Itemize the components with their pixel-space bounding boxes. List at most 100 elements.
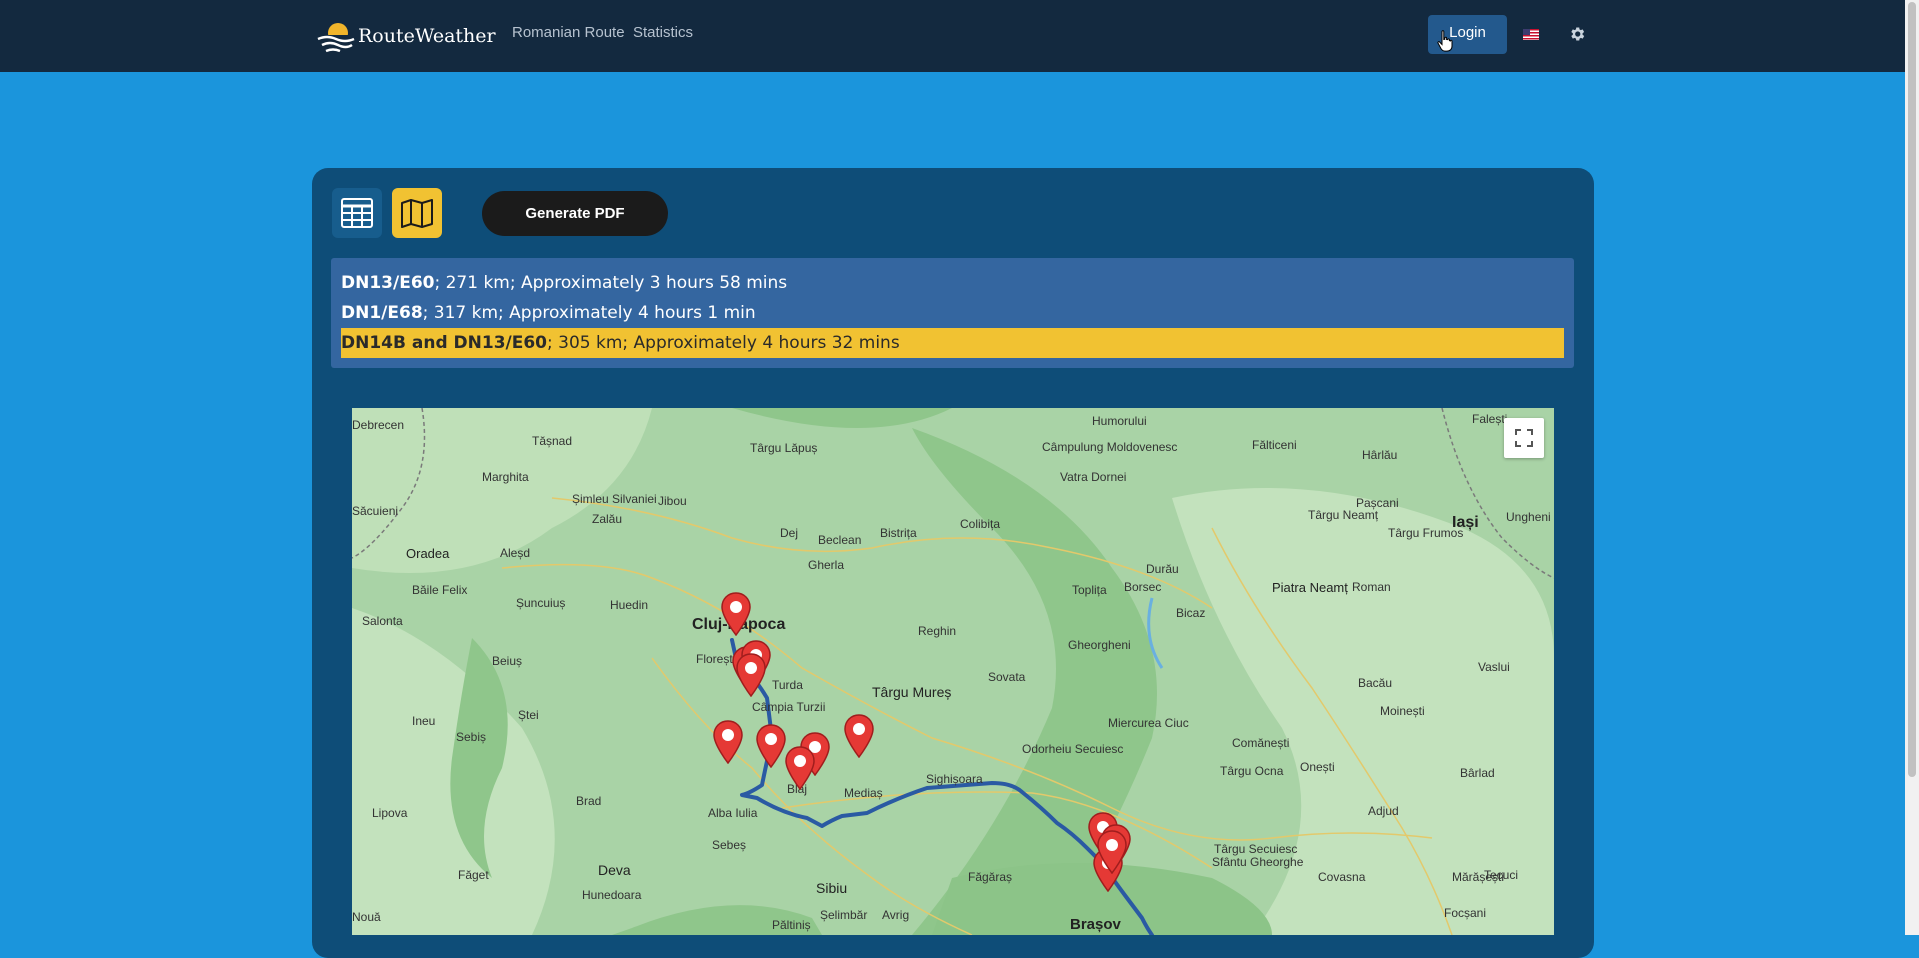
map-city-label: Fălticeni <box>1252 438 1297 452</box>
map-city-label: Beiuș <box>492 654 523 668</box>
map-city-label: Covasna <box>1318 870 1366 884</box>
map-city-label: Oradea <box>406 546 450 561</box>
map-city-label: Păltiniș <box>772 918 811 932</box>
map-city-label: Tecuci <box>1484 868 1519 882</box>
route-details: ; 317 km; Approximately 4 hours 1 min <box>422 303 756 323</box>
map-city-label: Târgu Secuiesc <box>1214 842 1298 856</box>
table-icon <box>341 198 373 228</box>
page-scrollbar[interactable] <box>1905 0 1919 935</box>
map-city-label: Ștei <box>518 708 539 722</box>
map-city-label: Avrig <box>882 908 910 922</box>
map-city-label: Adjud <box>1368 804 1399 818</box>
weather-marker-icon[interactable] <box>721 592 751 636</box>
weather-marker-icon[interactable] <box>736 653 766 697</box>
generate-pdf-button[interactable]: Generate PDF <box>482 191 668 236</box>
map-city-label: Falești <box>1472 412 1508 426</box>
weather-marker-icon[interactable] <box>1097 830 1127 874</box>
map-city-label: Dej <box>780 526 799 540</box>
nav-link-romanian-route[interactable]: Romanian Route <box>512 24 625 41</box>
map-city-label: Moinești <box>1380 704 1425 718</box>
route-name: DN1/E68 <box>341 303 423 323</box>
map-city-label-major: Iași <box>1452 514 1479 531</box>
map-city-label: Lipova <box>372 806 408 820</box>
route-option[interactable]: DN13/E60; 271 km; Approximately 3 hours … <box>341 268 1564 298</box>
map-city-label: Nouă <box>352 910 381 924</box>
map-city-label: Odorheiu Secuiesc <box>1022 742 1124 756</box>
map-city-label: Debrecen <box>352 418 405 432</box>
map-city-label: Toplița <box>1072 583 1107 597</box>
route-option[interactable]: DN1/E68; 317 km; Approximately 4 hours 1… <box>341 298 1564 328</box>
map-city-label-major: Târgu Mureș <box>872 684 952 700</box>
weather-marker-icon[interactable] <box>844 714 874 758</box>
map-city-label: Făgăraș <box>968 870 1013 884</box>
map-city-label: Șelimbăr <box>820 908 868 922</box>
scrollbar-thumb[interactable] <box>1908 2 1916 777</box>
map-city-label: Săcuieni <box>352 504 399 518</box>
route-name: DN14B and DN13/E60 <box>341 333 548 353</box>
fullscreen-icon <box>1515 429 1533 447</box>
map-city-label: Borsec <box>1124 580 1162 594</box>
map-city-label: Humorului <box>1092 414 1147 428</box>
map-city-label: Câmpulung Moldovenesc <box>1042 440 1178 454</box>
table-view-button[interactable] <box>332 188 382 238</box>
brand-name: RouteWeather <box>358 25 496 47</box>
map-fullscreen-button[interactable] <box>1504 418 1544 458</box>
map-city-label: Șuncuiuș <box>516 596 566 610</box>
map-city-label: Tășnad <box>532 434 573 448</box>
map-city-label: Bacău <box>1358 676 1393 690</box>
map-city-label: Hunedoara <box>582 888 642 902</box>
route-map[interactable]: Debrecen Tășnad Târgu Lăpuș Câmpulung Mo… <box>352 408 1554 935</box>
map-city-label: Vaslui <box>1478 660 1510 674</box>
weather-marker-icon[interactable] <box>713 720 743 764</box>
map-city-label: Sovata <box>988 670 1026 684</box>
map-city-label: Șimleu Silvaniei <box>572 492 657 506</box>
gear-icon[interactable] <box>1568 25 1586 43</box>
map-city-label: Comănești <box>1232 736 1290 750</box>
brand-logo-link[interactable]: RouteWeather <box>314 14 496 58</box>
weather-marker-icon[interactable] <box>785 746 815 790</box>
map-city-label: Sfântu Gheorghe <box>1212 855 1304 869</box>
map-city-label: Florești <box>696 652 736 666</box>
weather-marker-icon[interactable] <box>756 724 786 768</box>
map-city-label: Sibiu <box>816 880 848 896</box>
route-option-selected[interactable]: DN14B and DN13/E60; 305 km; Approximatel… <box>341 328 1564 358</box>
mouse-pointer-hand-icon <box>1437 30 1453 52</box>
map-city-label: Târgu Lăpuș <box>750 441 818 455</box>
map-city-label: Sebeș <box>712 838 747 852</box>
map-city-label-major: Brașov <box>1070 916 1121 933</box>
map-city-label: Bistrița <box>880 526 917 540</box>
map-city-label: Bicaz <box>1176 606 1206 620</box>
route-details: ; 271 km; Approximately 3 hours 58 mins <box>434 273 788 293</box>
map-city-label: Gheorgheni <box>1068 638 1131 652</box>
map-city-label: Onești <box>1300 760 1335 774</box>
map-city-label: Făget <box>458 868 489 882</box>
map-city-label: Băile Felix <box>412 583 468 597</box>
route-details: ; 305 km; Approximately 4 hours 32 mins <box>547 333 900 353</box>
route-options-list: DN13/E60; 271 km; Approximately 3 hours … <box>331 258 1574 368</box>
map-city-label: Marghita <box>482 470 529 484</box>
map-city-label: Câmpia Turzii <box>752 700 826 714</box>
map-city-label: Durău <box>1146 562 1179 576</box>
top-navbar: RouteWeather Romanian Route Statistics L… <box>0 0 1905 72</box>
sun-over-waves-logo-icon <box>314 23 356 56</box>
map-city-label: Beclean <box>818 533 862 547</box>
map-city-label: Hârlău <box>1362 448 1398 462</box>
map-city-label: Sebiș <box>456 730 487 744</box>
us-flag-icon[interactable] <box>1523 29 1539 40</box>
map-city-label: Deva <box>598 862 631 878</box>
map-city-label: Ungheni <box>1506 510 1551 524</box>
map-city-label: Roman <box>1352 580 1391 594</box>
map-city-label: Colibița <box>960 517 1001 531</box>
map-terrain <box>352 408 1554 935</box>
map-city-label: Aleșd <box>500 546 531 560</box>
map-city-label: Târgu Neamț <box>1308 508 1379 522</box>
map-city-label: Brad <box>576 794 602 808</box>
map-city-label: Târgu Ocna <box>1220 764 1284 778</box>
map-city-label: Miercurea Ciuc <box>1108 716 1189 730</box>
nav-link-statistics[interactable]: Statistics <box>633 24 693 41</box>
map-city-label: Turda <box>772 678 803 692</box>
map-city-label: Vatra Dornei <box>1060 470 1127 484</box>
map-city-label: Salonta <box>362 614 403 628</box>
map-view-button[interactable] <box>392 188 442 238</box>
map-city-label: Zalău <box>592 512 623 526</box>
